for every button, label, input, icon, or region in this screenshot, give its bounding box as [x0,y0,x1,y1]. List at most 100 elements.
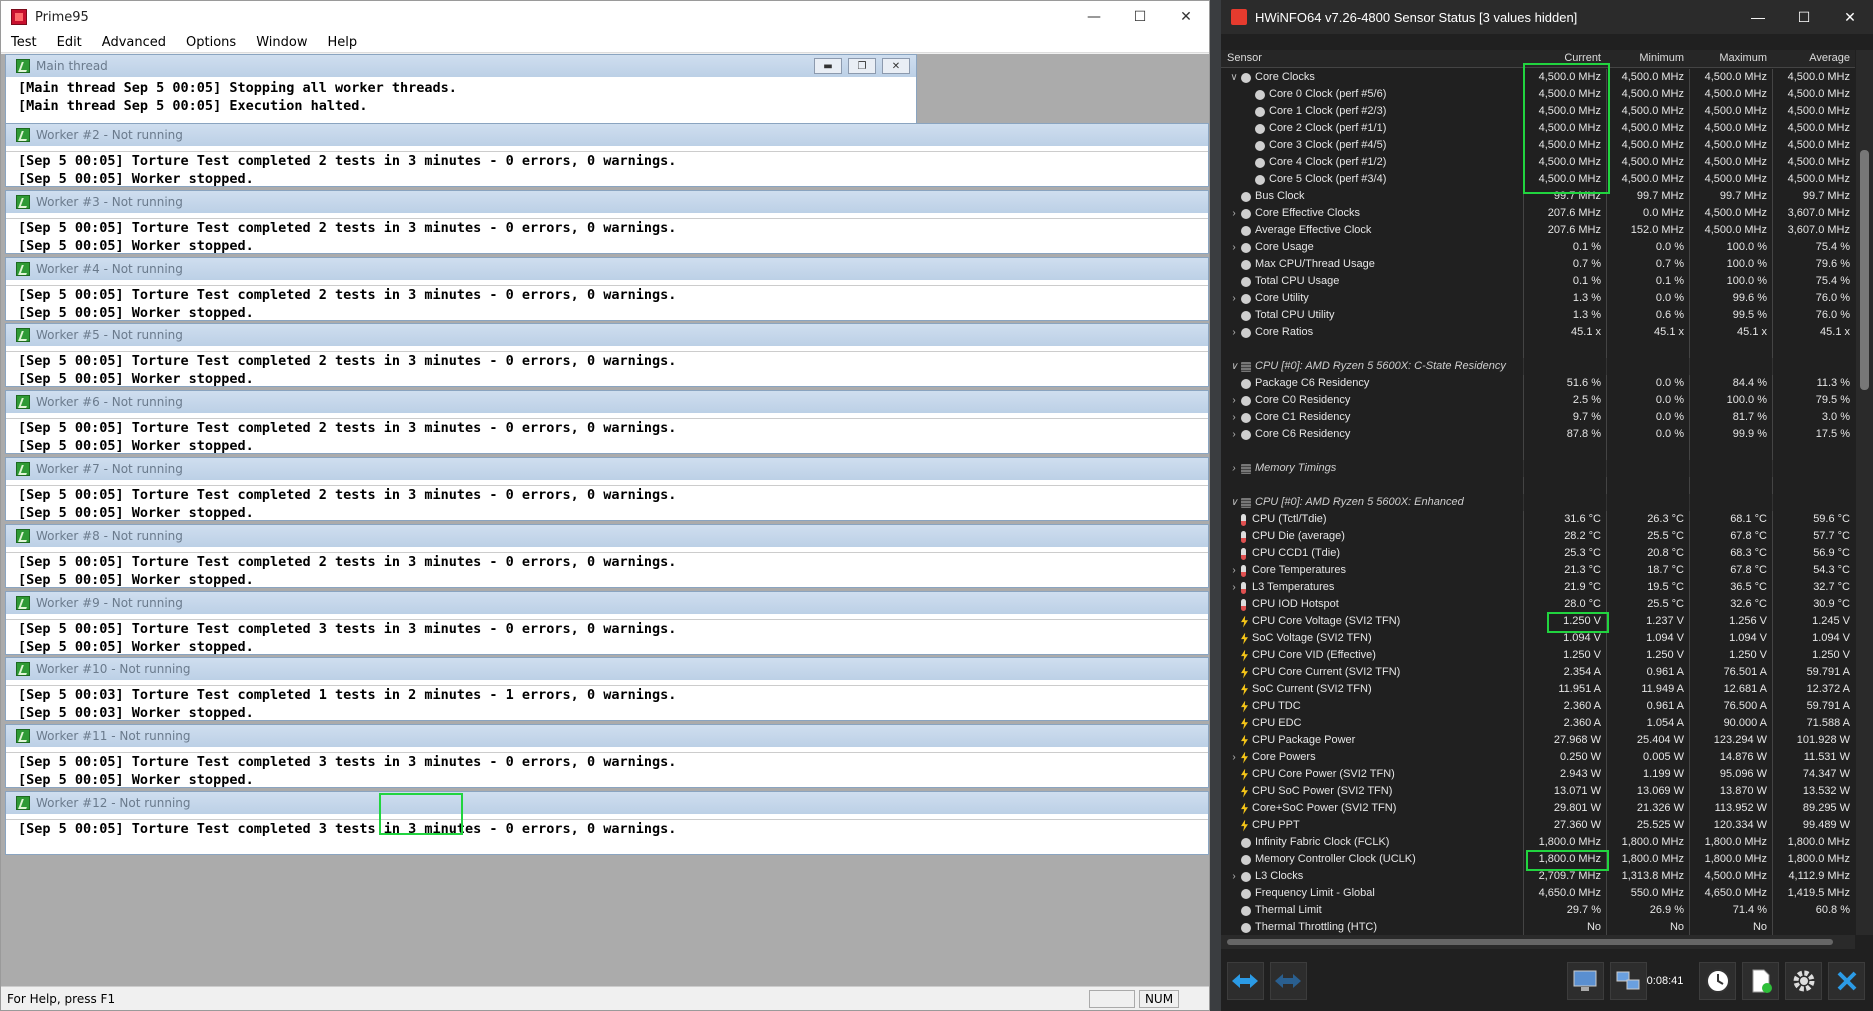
worker-window[interactable]: Worker #3 - Not running [Sep 5 00:05] Tor… [5,189,1209,254]
minimize-button[interactable]: — [1071,1,1117,33]
sensor-row[interactable]: › Core Usage 0.1 % 0.0 % 100.0 % 75.4 % [1221,239,1855,256]
worker-window[interactable]: Worker #5 - Not running [Sep 5 00:05] Tor… [5,323,1209,388]
sensor-row[interactable]: › L3 Clocks 2,709.7 MHz 1,313.8 MHz 4,500.0 … [1221,868,1855,885]
close-x-icon[interactable] [1828,961,1865,1000]
maximize-button[interactable]: ☐ [1781,9,1827,26]
worker-titlebar[interactable]: Worker #7 - Not running [6,458,1208,480]
expand-chevron-icon[interactable]: › [1227,749,1241,766]
expand-chevron-icon[interactable]: › [1227,426,1241,443]
sensor-row[interactable]: Thermal Throttling (HTC) No No No [1221,919,1855,936]
worker-window[interactable]: Worker #4 - Not running [Sep 5 00:05] Tor… [5,256,1209,321]
worker-window[interactable]: Worker #12 - Not running [Sep 5 00:05] To… [5,791,1209,855]
sensor-row[interactable]: CPU CCD1 (Tdie) 25.3 °C 20.8 °C 68.3 °C 56.9… [1221,545,1855,562]
sensor-row[interactable]: Core 4 Clock (perf #1/2) 4,500.0 MHz 4,500… [1221,154,1855,171]
collapse-chevron-icon[interactable]: ∨ [1227,69,1241,86]
log-file-icon[interactable] [1742,961,1780,1000]
expand-chevron-icon[interactable]: › [1227,460,1241,477]
expand-chevron-icon[interactable]: › [1227,579,1241,596]
worker-titlebar[interactable]: Worker #11 - Not running [6,725,1208,748]
prev-arrow-icon[interactable] [1227,961,1264,1000]
scroll-thumb[interactable] [1860,150,1869,390]
sensor-row[interactable]: Core 2 Clock (perf #1/1) 4,500.0 MHz 4,500… [1221,120,1855,137]
sensor-row[interactable]: › Core Temperatures 21.3 °C 18.7 °C 67.8 °C 5… [1221,562,1855,579]
collapse-chevron-icon[interactable]: ∨ [1227,494,1241,511]
hwinfo-titlebar[interactable]: HWiNFO64 v7.26-4800 Sensor Status [3 val… [1221,0,1873,34]
worker-titlebar[interactable]: Worker #10 - Not running [6,658,1208,681]
close-button[interactable]: ✕ [1163,1,1209,33]
worker-window[interactable]: Worker #10 - Not running [Sep 5 00:03] To… [5,657,1209,722]
prime95-titlebar[interactable]: Prime95 — ☐ ✕ [1,1,1209,33]
sensor-row[interactable]: Package C6 Residency 51.6 % 0.0 % 84.4 % 11.… [1221,375,1855,392]
expand-chevron-icon[interactable]: › [1227,205,1241,222]
column-average[interactable]: Average [1772,50,1855,67]
expand-chevron-icon[interactable]: › [1227,868,1241,885]
sensor-row[interactable]: › Core C1 Residency 9.7 % 0.0 % 81.7 % 3.0 % [1221,409,1855,426]
worker-titlebar[interactable]: Worker #12 - Not running [6,792,1208,814]
menu-help[interactable]: Help [317,35,367,50]
sensor-row[interactable]: Bus Clock 99.7 MHz 99.7 MHz 99.7 MHz 99.7 MH… [1221,188,1855,205]
menu-options[interactable]: Options [176,35,246,50]
worker-titlebar[interactable]: Worker #3 - Not running [6,190,1208,213]
sensor-row[interactable]: › Core C6 Residency 87.8 % 0.0 % 99.9 % 17.5 … [1221,426,1855,443]
main-thread-titlebar[interactable]: Main thread ▬ ❐ ✕ [6,55,916,77]
worker-window[interactable]: Worker #11 - Not running [Sep 5 00:05] To… [5,724,1209,789]
mdi-close-button[interactable]: ✕ [882,58,910,74]
sensor-row[interactable]: › Core Effective Clocks 207.6 MHz 0.0 MHz 4,… [1221,205,1855,222]
expand-chevron-icon[interactable]: › [1227,290,1241,307]
sensor-row[interactable]: CPU TDC 2.360 A 0.961 A 76.500 A 59.791 A [1221,698,1855,715]
worker-titlebar[interactable]: Worker #5 - Not running [6,324,1208,347]
sensor-row[interactable]: Total CPU Usage 0.1 % 0.1 % 100.0 % 75.4 % [1221,273,1855,290]
settings-gear-icon[interactable] [1785,961,1823,1000]
maximize-button[interactable]: ☐ [1117,1,1163,33]
sensor-row[interactable] [1221,443,1855,460]
sensor-row[interactable]: CPU EDC 2.360 A 1.054 A 90.000 A 71.588 A [1221,715,1855,732]
minimize-button[interactable]: — [1735,9,1781,25]
sensor-row[interactable]: › Core C0 Residency 2.5 % 0.0 % 100.0 % 79.5 … [1221,392,1855,409]
expand-chevron-icon[interactable]: › [1227,324,1241,341]
sensor-row[interactable]: Core 5 Clock (perf #3/4) 4,500.0 MHz 4,500… [1221,171,1855,188]
sensor-row[interactable] [1221,477,1855,494]
sensor-row[interactable]: Infinity Fabric Clock (FCLK) 1,800.0 MHz 1… [1221,834,1855,851]
expand-chevron-icon[interactable]: › [1227,239,1241,256]
menu-window[interactable]: Window [246,35,317,50]
sensor-row[interactable]: CPU Core Power (SVI2 TFN) 2.943 W 1.199 W9… [1221,766,1855,783]
monitor-icon[interactable] [1566,961,1604,1000]
mdi-minimize-button[interactable]: ▬ [814,58,842,74]
worker-window[interactable]: Worker #8 - Not running [Sep 5 00:05] Tor… [5,523,1209,588]
column-maximum[interactable]: Maximum [1689,50,1772,67]
sensor-row[interactable]: SoC Voltage (SVI2 TFN) 1.094 V 1.094 V 1.09… [1221,630,1855,647]
sensor-row[interactable]: CPU Core VID (Effective) 1.250 V 1.250 V 1.… [1221,647,1855,664]
sensor-row[interactable]: CPU Package Power 27.968 W 25.404 W 123.294… [1221,732,1855,749]
scroll-thumb[interactable] [1227,939,1833,945]
sensor-row[interactable]: CPU IOD Hotspot 28.0 °C 25.5 °C 32.6 °C 30.9… [1221,596,1855,613]
sensor-row[interactable]: SoC Current (SVI2 TFN) 11.951 A 11.949 A 12… [1221,681,1855,698]
sensor-row[interactable]: Memory Controller Clock (UCLK) 1,800.0 MH… [1221,851,1855,868]
sensor-row[interactable]: Frequency Limit - Global 4,650.0 MHz 550.0… [1221,885,1855,902]
mdi-restore-button[interactable]: ❐ [848,58,876,74]
sensor-row[interactable]: Core 0 Clock (perf #5/6) 4,500.0 MHz 4,500… [1221,86,1855,103]
sensor-row[interactable]: › Core Ratios 45.1 x 45.1 x 45.1 x 45.1 x [1221,324,1855,341]
sensor-row[interactable] [1221,341,1855,358]
menu-advanced[interactable]: Advanced [92,35,176,50]
sensor-row[interactable]: CPU SoC Power (SVI2 TFN) 13.071 W 13.069 W… [1221,783,1855,800]
column-current[interactable]: Current [1523,50,1606,67]
sensor-row[interactable]: ∨ Core Clocks 4,500.0 MHz 4,500.0 MHz 4,500.… [1221,69,1855,86]
sensor-row[interactable]: Core 1 Clock (perf #2/3) 4,500.0 MHz 4,500… [1221,103,1855,120]
vertical-scrollbar[interactable] [1856,50,1873,935]
column-minimum[interactable]: Minimum [1606,50,1689,67]
worker-titlebar[interactable]: Worker #2 - Not running [6,124,1208,146]
sensor-row[interactable]: › L3 Temperatures 21.9 °C 19.5 °C 36.5 °C 32.… [1221,579,1855,596]
sensor-group-row[interactable]: › Memory Timings [1221,460,1855,477]
sensor-row[interactable]: CPU Die (average) 28.2 °C 25.5 °C 67.8 °C 57… [1221,528,1855,545]
worker-window[interactable]: Worker #9 - Not running [Sep 5 00:05] Tor… [5,590,1209,655]
sensor-row[interactable]: CPU PPT 27.360 W 25.525 W 120.334 W 99.489 W [1221,817,1855,834]
expand-chevron-icon[interactable]: › [1227,409,1241,426]
sensor-group-row[interactable]: ∨ CPU [#0]: AMD Ryzen 5 5600X: Enhanced [1221,494,1855,511]
worker-window[interactable]: Worker #6 - Not running [Sep 5 00:05] Tor… [5,390,1209,455]
sensor-row[interactable]: Core 3 Clock (perf #4/5) 4,500.0 MHz 4,500… [1221,137,1855,154]
sensor-row[interactable]: › Core Utility 1.3 % 0.0 % 99.6 % 76.0 % [1221,290,1855,307]
worker-window[interactable]: Worker #2 - Not running [Sep 5 00:05] Tor… [5,123,1209,187]
worker-titlebar[interactable]: Worker #8 - Not running [6,524,1208,547]
menu-test[interactable]: Test [1,35,47,50]
next-arrow-icon[interactable] [1269,961,1307,1000]
